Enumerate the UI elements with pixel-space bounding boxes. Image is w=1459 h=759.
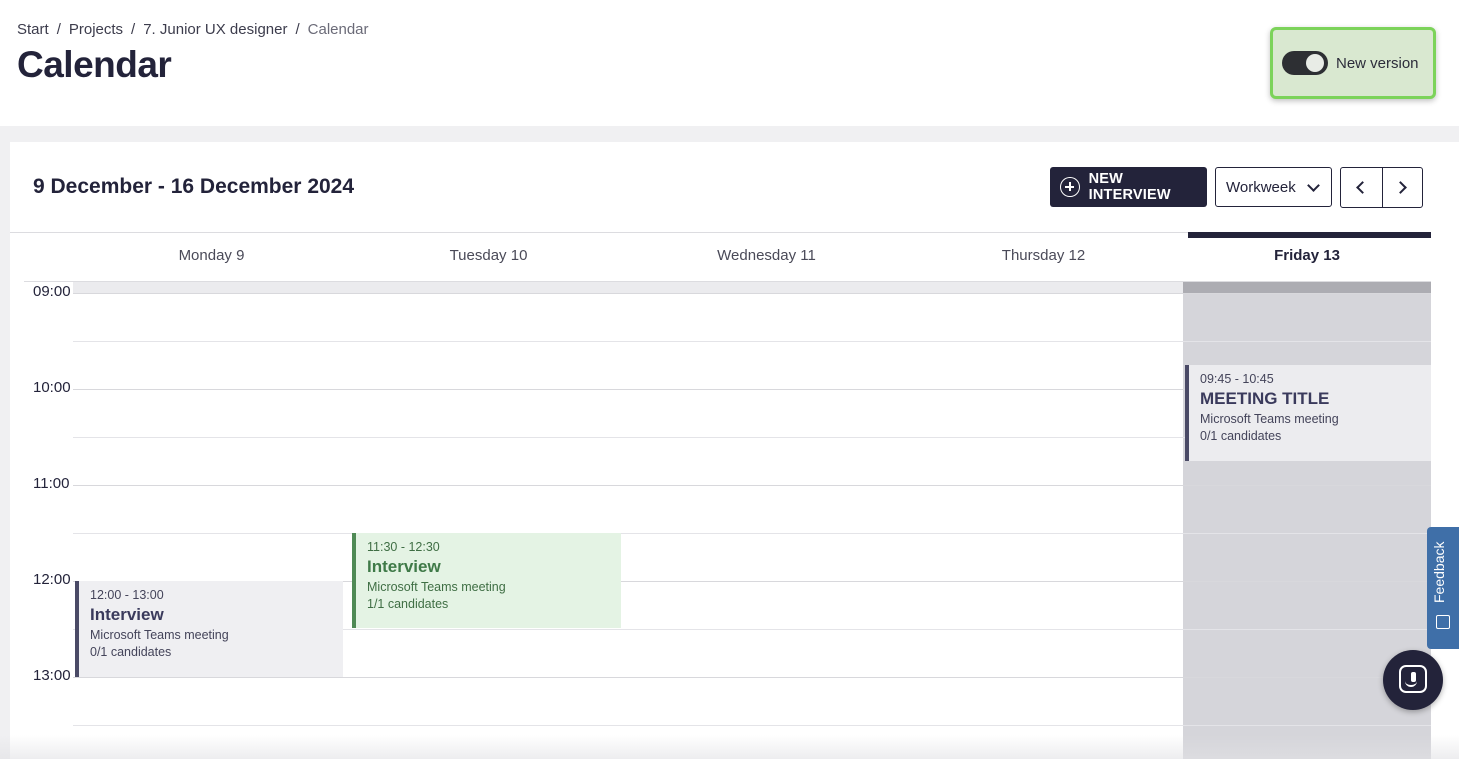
page-title: Calendar (17, 44, 172, 85)
event-tuesday-interview[interactable]: 11:30 - 12:30 Interview Microsoft Teams … (352, 533, 621, 628)
half-hour-line (73, 533, 1431, 534)
calendar-card: 9 December - 16 December 2024 NEW INTERV… (10, 142, 1459, 759)
breadcrumb-separator: / (295, 21, 300, 38)
feedback-label: Feedback (1431, 541, 1447, 603)
chat-support-icon (1399, 665, 1427, 693)
event-subtitle: Microsoft Teams meeting (1200, 412, 1339, 426)
feedback-tab[interactable]: Feedback (1427, 527, 1459, 649)
hour-line (73, 293, 1431, 294)
today-column-top (1183, 282, 1431, 293)
breadcrumb-separator: / (56, 21, 61, 38)
view-select[interactable]: Workweek (1215, 167, 1332, 207)
event-candidates: 1/1 candidates (367, 597, 449, 611)
day-header-thursday[interactable]: Thursday 12 (905, 247, 1182, 264)
time-label: 12:00 (33, 571, 71, 588)
new-version-toggle-panel: New version (1270, 27, 1436, 99)
new-interview-button[interactable]: NEW INTERVIEW (1050, 167, 1207, 207)
previous-week-button[interactable] (1341, 168, 1382, 207)
day-header-wednesday[interactable]: Wednesday 11 (628, 247, 905, 264)
hour-line (73, 485, 1431, 486)
time-label: 13:00 (33, 667, 71, 684)
event-title: Interview (90, 605, 164, 624)
time-label: 10:00 (33, 379, 71, 396)
feedback-icon (1436, 615, 1450, 629)
breadcrumb-separator: / (131, 21, 136, 38)
hour-line (73, 677, 1431, 678)
day-header-monday[interactable]: Monday 9 (73, 247, 350, 264)
day-header-friday[interactable]: Friday 13 (1183, 247, 1431, 264)
new-interview-label: NEW INTERVIEW (1088, 171, 1171, 203)
top-bar: Start / Projects / 7. Junior UX designer… (0, 0, 1459, 126)
event-time: 11:30 - 12:30 (367, 540, 440, 554)
new-version-toggle[interactable] (1282, 51, 1328, 75)
event-friday-meeting[interactable]: 09:45 - 10:45 MEETING TITLE Microsoft Te… (1185, 365, 1431, 461)
event-candidates: 0/1 candidates (90, 645, 172, 659)
chevron-left-icon (1356, 181, 1369, 194)
time-label: 11:00 (33, 475, 70, 492)
event-subtitle: Microsoft Teams meeting (367, 580, 506, 594)
chat-support-button[interactable] (1383, 650, 1443, 710)
next-week-button[interactable] (1381, 168, 1423, 207)
breadcrumb-current: Calendar (307, 21, 369, 38)
today-indicator (1188, 232, 1431, 238)
breadcrumb-start[interactable]: Start (17, 21, 49, 38)
half-hour-line (73, 725, 1431, 726)
event-monday-interview[interactable]: 12:00 - 13:00 Interview Microsoft Teams … (75, 581, 343, 677)
event-candidates: 0/1 candidates (1200, 429, 1282, 443)
chevron-down-icon (1307, 179, 1320, 192)
breadcrumb: Start / Projects / 7. Junior UX designer… (17, 21, 369, 38)
plus-circle-icon (1060, 177, 1080, 197)
event-title: MEETING TITLE (1200, 389, 1330, 408)
new-version-label: New version (1336, 54, 1419, 72)
time-label: 09:00 (33, 283, 71, 300)
grid-top-strip (73, 282, 1183, 293)
half-hour-line (73, 341, 1431, 342)
event-title: Interview (367, 557, 441, 576)
day-header-tuesday[interactable]: Tuesday 10 (350, 247, 627, 264)
view-select-value: Workweek (1226, 178, 1296, 196)
event-subtitle: Microsoft Teams meeting (90, 628, 229, 642)
week-navigation (1340, 167, 1423, 208)
date-range-title: 9 December - 16 December 2024 (33, 175, 355, 198)
event-time: 12:00 - 13:00 (90, 588, 164, 602)
event-time: 09:45 - 10:45 (1200, 372, 1274, 386)
breadcrumb-project[interactable]: 7. Junior UX designer (143, 21, 287, 38)
chevron-right-icon (1393, 181, 1407, 194)
breadcrumb-projects[interactable]: Projects (69, 21, 123, 38)
